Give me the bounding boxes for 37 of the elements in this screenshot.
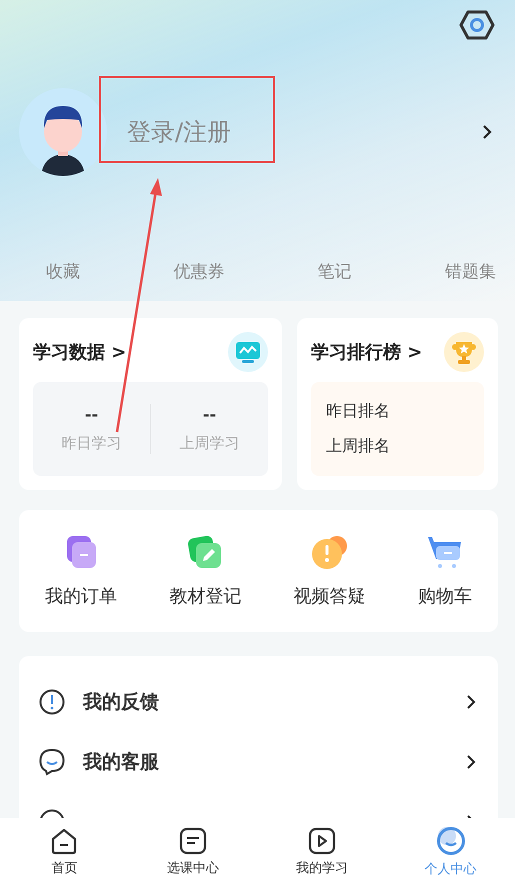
- menu-label: 我的客服: [83, 750, 159, 775]
- tab[interactable]: 我的学习: [266, 827, 377, 877]
- trophy-icon: [444, 332, 484, 372]
- card-title: 学习排行榜 >: [311, 341, 422, 364]
- stat-label: 上周学习: [180, 434, 240, 453]
- alert-bubble-icon: [310, 534, 349, 570]
- leaderboard-card[interactable]: 学习排行榜 > 昨日排名 上周排名: [297, 318, 498, 490]
- chat-bubble-icon: [39, 748, 65, 776]
- service-item[interactable]: 购物车: [418, 534, 472, 608]
- service-item[interactable]: 视频答疑: [294, 534, 366, 608]
- menu-item[interactable]: 我的反馈: [39, 672, 476, 732]
- exclamation-icon: [39, 689, 65, 715]
- chevron-right-icon: [466, 694, 476, 710]
- pencil-note-icon: [187, 534, 224, 570]
- stat-value: --: [202, 405, 216, 424]
- menu-item[interactable]: 我的客服: [39, 732, 476, 792]
- settings-icon[interactable]: [459, 10, 495, 40]
- stat-value: --: [84, 405, 98, 424]
- tab[interactable]: 选课中心: [138, 827, 248, 877]
- chevron-right-icon: [466, 754, 476, 770]
- rank-label: 昨日排名: [326, 401, 391, 422]
- menu-label: 我的反馈: [83, 690, 159, 715]
- avatar[interactable]: [19, 88, 107, 176]
- card-title: 学习数据 >: [33, 341, 126, 364]
- service-item[interactable]: 教材登记: [169, 534, 242, 608]
- smile-face-icon: [436, 826, 466, 856]
- study-data-card[interactable]: 学习数据 > -- 昨日学习 -- 上周学习: [19, 318, 282, 490]
- home-icon: [50, 827, 78, 855]
- chevron-right-icon[interactable]: [482, 124, 492, 140]
- cart-icon: [426, 534, 464, 570]
- tab[interactable]: 首页: [9, 827, 120, 877]
- monitor-icon: [228, 332, 268, 372]
- play-icon: [308, 827, 336, 855]
- list-icon: [179, 827, 208, 855]
- rank-label: 上周排名: [326, 436, 391, 457]
- service-item[interactable]: 我的订单: [45, 534, 118, 608]
- stat-label: 昨日学习: [62, 434, 122, 453]
